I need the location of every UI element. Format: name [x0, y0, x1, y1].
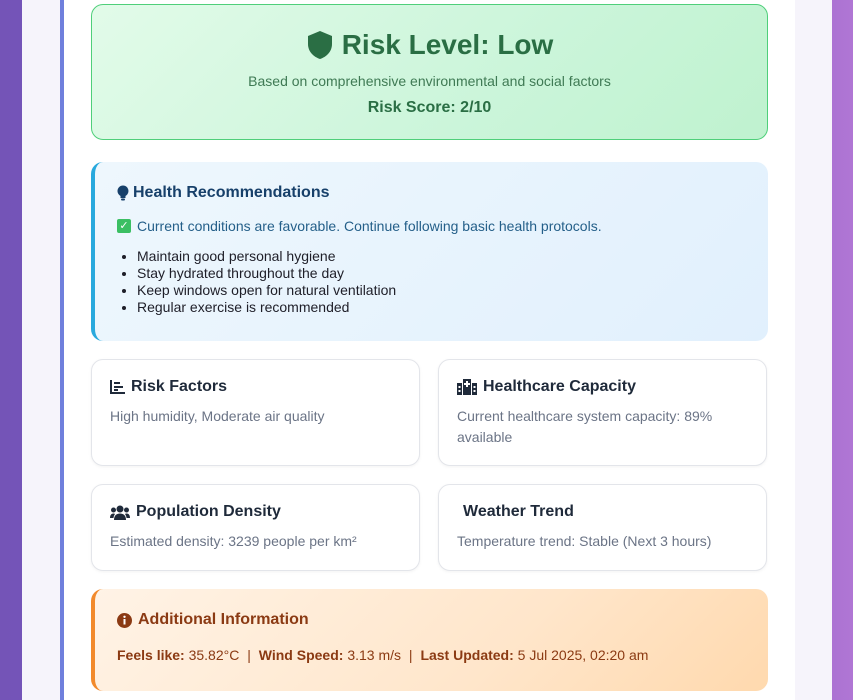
additional-information-panel: Additional Information Feels like: 35.82… [91, 589, 768, 691]
weather-trend-text: Temperature trend: Stable (Next 3 hours) [457, 533, 712, 549]
health-recommendations-panel: Health Recommendations ✓ Current conditi… [91, 162, 768, 341]
list-item: Keep windows open for natural ventilatio… [137, 282, 768, 299]
check-icon: ✓ [117, 219, 131, 233]
feels-like-value: 35.82°C [188, 647, 240, 663]
population-density-card: Population Density Estimated density: 32… [91, 484, 420, 571]
separator: | [408, 647, 413, 663]
wind-speed-value: 3.13 m/s [347, 647, 402, 663]
weather-trend-card: Weather Trend Temperature trend: Stable … [438, 484, 767, 571]
risk-subtitle: Based on comprehensive environmental and… [248, 73, 611, 89]
healthcare-capacity-card: Healthcare Capacity Current healthcare s… [438, 359, 767, 466]
risk-factors-title: Risk Factors [131, 378, 228, 395]
weather-trend-title: Weather Trend [463, 503, 574, 520]
population-density-text: Estimated density: 3239 people per km² [110, 533, 357, 549]
wind-speed-label: Wind Speed: [258, 647, 344, 663]
recommendation-list: Maintain good personal hygiene Stay hydr… [117, 248, 768, 316]
feels-like-label: Feels like: [117, 647, 185, 663]
last-updated-label: Last Updated: [420, 647, 514, 663]
population-density-title: Population Density [136, 503, 281, 520]
risk-score: Risk Score: 2/10 [367, 99, 492, 116]
healthcare-capacity-title: Healthcare Capacity [483, 378, 636, 395]
health-title: Health Recommendations [133, 184, 330, 201]
risk-factors-text: High humidity, Moderate air quality [110, 408, 325, 424]
risk-factors-card: Risk Factors High humidity, Moderate air… [91, 359, 420, 466]
list-item: Maintain good personal hygiene [137, 248, 768, 265]
health-note: Current conditions are favorable. Contin… [137, 218, 602, 234]
shield-icon [306, 30, 334, 60]
risk-level-title: Risk Level: Low [341, 29, 554, 60]
separator: | [247, 647, 251, 663]
list-item: Stay hydrated throughout the day [137, 265, 768, 282]
healthcare-capacity-text: Current healthcare system capacity: 89% … [457, 408, 713, 445]
list-item: Regular exercise is recommended [137, 299, 768, 316]
info-icon [117, 612, 132, 628]
lightbulb-icon [117, 185, 129, 201]
additional-details: Feels like: 35.82°C | Wind Speed: 3.13 m… [117, 647, 768, 663]
chart-icon [110, 380, 125, 394]
hospital-icon [457, 379, 477, 395]
risk-level-panel: Risk Level: Low Based on comprehensive e… [91, 4, 768, 140]
users-icon [110, 505, 130, 520]
additional-title: Additional Information [138, 611, 309, 628]
last-updated-value: 5 Jul 2025, 02:20 am [517, 647, 649, 663]
